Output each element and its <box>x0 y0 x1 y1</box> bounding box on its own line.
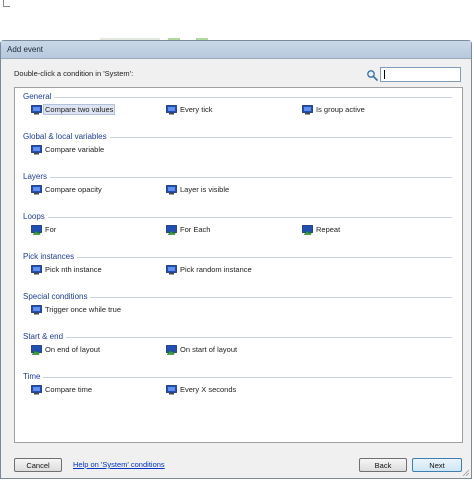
group-title: Layers <box>23 172 51 181</box>
condition-item[interactable]: Every X seconds <box>166 384 237 395</box>
condition-label: Compare variable <box>45 145 105 154</box>
group-header: Layers <box>23 172 452 182</box>
group-title: Global & local variables <box>23 132 110 141</box>
condition-group: Start & end On end of layout On start of l… <box>23 332 452 362</box>
system-monitor-icon <box>31 264 42 274</box>
condition-item[interactable]: Layer is visible <box>166 184 230 195</box>
resize-grip-icon[interactable] <box>461 468 469 476</box>
condition-item[interactable]: Pick random instance <box>166 264 253 275</box>
search-icon <box>367 70 378 81</box>
condition-label: Every tick <box>180 105 213 114</box>
text-caret <box>384 70 385 79</box>
trigger-arrow-icon <box>166 344 177 355</box>
condition-label: Trigger once while true <box>45 305 122 314</box>
dialog-title: Add event <box>7 45 44 54</box>
condition-label: For <box>45 225 57 234</box>
condition-label: Is group active <box>316 105 365 114</box>
condition-item[interactable]: On start of layout <box>166 344 238 355</box>
system-monitor-icon <box>31 304 42 314</box>
system-monitor-icon <box>31 144 42 154</box>
condition-label: On start of layout <box>180 345 238 354</box>
system-monitor-icon <box>31 184 42 194</box>
group-divider <box>23 177 452 178</box>
group-divider <box>23 257 452 258</box>
condition-group: Loops For For Each Repeat <box>23 212 452 242</box>
condition-item[interactable]: Pick nth instance <box>31 264 103 275</box>
trigger-arrow-icon <box>31 344 42 355</box>
condition-item[interactable]: Compare variable <box>31 144 105 155</box>
group-title: Time <box>23 372 44 381</box>
system-monitor-icon <box>31 384 42 394</box>
system-monitor-icon <box>302 104 313 114</box>
condition-group: Pick instances Pick nth instance Pick rand… <box>23 252 452 282</box>
condition-group: Global & local variables Compare variable <box>23 132 452 162</box>
system-monitor-icon <box>31 104 42 114</box>
background-app <box>0 0 474 44</box>
condition-item[interactable]: Compare two values <box>31 104 116 115</box>
group-divider <box>23 337 452 338</box>
condition-label: For Each <box>180 225 211 234</box>
condition-item[interactable]: Is group active <box>302 104 366 115</box>
add-event-dialog: Add event Double-click a condition in 'S… <box>0 40 472 479</box>
group-divider <box>23 377 452 378</box>
loop-arrow-icon <box>31 224 42 235</box>
group-header: General <box>23 92 452 102</box>
condition-label: On end of layout <box>45 345 101 354</box>
system-monitor-icon <box>166 384 177 394</box>
condition-item[interactable]: Trigger once while true <box>31 304 122 315</box>
dialog-prompt: Double-click a condition in 'System': <box>14 69 134 78</box>
condition-item[interactable]: Repeat <box>302 224 341 235</box>
cancel-button[interactable]: Cancel <box>14 458 62 472</box>
condition-group: Layers Compare opacity Layer is visible <box>23 172 452 202</box>
help-link[interactable]: Help on 'System' conditions <box>73 460 165 469</box>
search-input[interactable] <box>380 67 461 82</box>
condition-item[interactable]: Compare time <box>31 384 93 395</box>
group-title: General <box>23 92 55 101</box>
group-divider <box>23 217 452 218</box>
condition-label: Compare time <box>45 385 93 394</box>
group-header: Global & local variables <box>23 132 452 142</box>
group-title: Loops <box>23 212 48 221</box>
dialog-titlebar[interactable]: Add event <box>1 41 471 59</box>
condition-label: Compare opacity <box>45 185 102 194</box>
system-monitor-icon <box>166 184 177 194</box>
condition-label: Every X seconds <box>180 385 237 394</box>
condition-group: General Compare two values Every tick Is gr… <box>23 92 452 122</box>
condition-item[interactable]: For Each <box>166 224 211 235</box>
group-title: Pick instances <box>23 252 78 261</box>
group-header: Pick instances <box>23 252 452 262</box>
group-header: Start & end <box>23 332 452 342</box>
condition-item[interactable]: For <box>31 224 57 235</box>
loop-arrow-icon <box>166 224 177 235</box>
background-window-edge <box>3 0 10 7</box>
group-header: Loops <box>23 212 452 222</box>
group-header: Time <box>23 372 452 382</box>
condition-label: Pick nth instance <box>45 265 102 274</box>
condition-group: Time Compare time Every X seconds <box>23 372 452 402</box>
loop-arrow-icon <box>302 224 313 235</box>
group-title: Special conditions <box>23 292 91 301</box>
condition-label: Layer is visible <box>180 185 230 194</box>
condition-item[interactable]: On end of layout <box>31 344 101 355</box>
next-button[interactable]: Next <box>412 458 462 472</box>
condition-label: Compare two values <box>42 104 116 115</box>
system-monitor-icon <box>166 264 177 274</box>
condition-item[interactable]: Compare opacity <box>31 184 103 195</box>
group-divider <box>23 97 452 98</box>
condition-label: Pick random instance <box>180 265 252 274</box>
condition-label: Repeat <box>316 225 341 234</box>
group-title: Start & end <box>23 332 67 341</box>
group-header: Special conditions <box>23 292 452 302</box>
conditions-list[interactable]: General Compare two values Every tick Is gr… <box>14 87 463 443</box>
system-monitor-icon <box>166 104 177 114</box>
condition-item[interactable]: Every tick <box>166 104 214 115</box>
condition-group: Special conditions Trigger once while tru… <box>23 292 452 322</box>
back-button[interactable]: Back <box>359 458 407 472</box>
